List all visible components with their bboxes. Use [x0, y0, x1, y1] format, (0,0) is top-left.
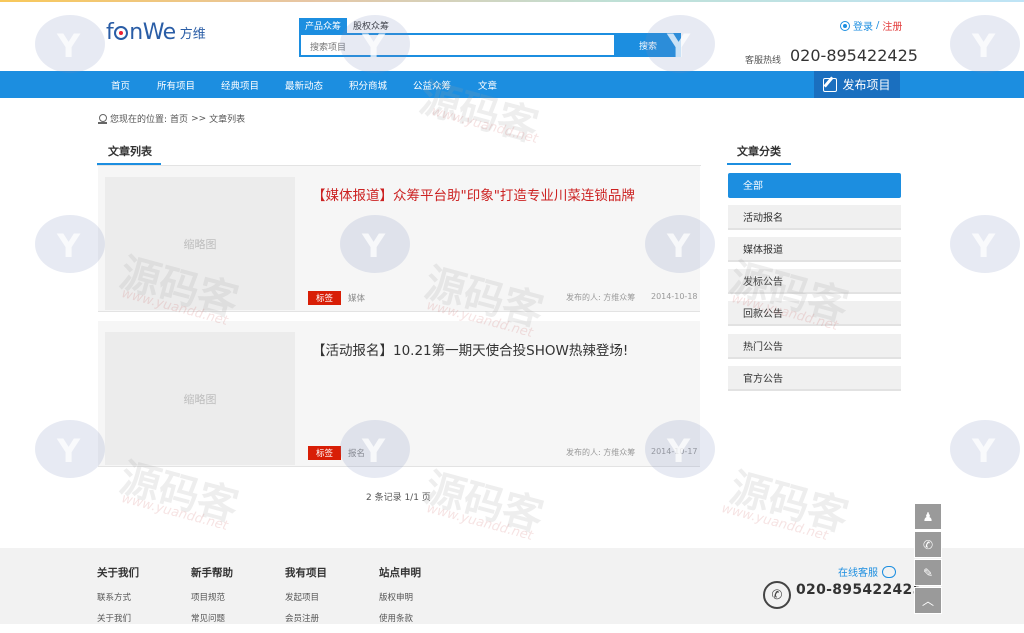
article-tag[interactable]: 媒体 — [348, 292, 365, 304]
logo-brand: f nWe — [106, 20, 176, 45]
article-publisher: 发布的人: 方维众筹 — [566, 448, 636, 457]
footer-col-about: 关于我们 联系方式 关于我们 — [97, 565, 139, 633]
article-thumbnail[interactable]: 缩略图 — [105, 332, 295, 465]
site-logo[interactable]: f nWe 方维 — [106, 20, 206, 45]
article-item[interactable]: 缩略图 【活动报名】10.21第一期天使合投SHOW热辣登场! 标签 报名 发布… — [98, 321, 700, 467]
footer-col-title: 站点申明 — [379, 567, 421, 579]
phone-icon[interactable]: ✆ — [914, 531, 942, 558]
article-date: 2014-10-18 — [651, 292, 698, 301]
search-button[interactable]: 搜索 — [615, 33, 681, 57]
footer-col-help: 新手帮助 项目规范 常见问题 — [191, 565, 233, 633]
search-tabs: 产品众筹 股权众筹 — [299, 18, 395, 33]
tab-product-crowdfunding[interactable]: 产品众筹 — [299, 18, 348, 33]
search-input[interactable] — [301, 38, 614, 58]
footer-link[interactable]: 使用条款 — [379, 612, 421, 624]
publish-project-button[interactable]: 发布项目 — [814, 71, 900, 98]
article-list-title: 文章列表 — [108, 145, 152, 158]
footer-link[interactable]: 项目规范 — [191, 591, 233, 603]
footer-col-projects: 我有项目 发起项目 会员注册 — [285, 565, 327, 633]
register-link[interactable]: 注册 — [882, 18, 902, 33]
category-all[interactable]: 全部 — [728, 173, 901, 198]
hotline-label: 客服热线 — [745, 56, 782, 66]
pagination-info: 2 条记录 1/1 页 — [366, 493, 431, 503]
account-separator: / — [876, 20, 880, 31]
tab-equity-crowdfunding[interactable]: 股权众筹 — [347, 18, 395, 33]
footer-col-title: 新手帮助 — [191, 567, 233, 579]
login-link[interactable]: 登录 — [853, 18, 873, 33]
online-service-link[interactable]: 在线客服 — [838, 564, 896, 579]
publish-label: 发布项目 — [842, 78, 891, 92]
nav-points-mall[interactable]: 积分商城 — [349, 78, 387, 92]
breadcrumb-home[interactable]: 首页 — [170, 112, 188, 125]
search-box — [299, 33, 616, 58]
phone-icon: ✆ — [763, 581, 791, 609]
footer-phone-number: 020-895422425 — [796, 582, 923, 598]
category-hot-notices[interactable]: 热门公告 — [728, 334, 901, 359]
article-date: 2014-10-17 — [651, 447, 698, 456]
footer-col-title: 我有项目 — [285, 567, 327, 579]
qq-icon[interactable]: ♟ — [914, 503, 942, 530]
article-title[interactable]: 【活动报名】10.21第一期天使合投SHOW热辣登场! — [312, 339, 628, 359]
breadcrumb: 您现在的位置: 首页 >> 文章列表 — [98, 112, 245, 125]
hotline-number: 020-895422425 — [790, 46, 918, 65]
footer-link[interactable]: 常见问题 — [191, 612, 233, 624]
footer-col-statement: 站点申明 版权申明 使用条款 — [379, 565, 421, 633]
breadcrumb-prefix: 您现在的位置: — [110, 115, 168, 125]
account-links: 登录 / 注册 — [840, 18, 902, 33]
footer-link[interactable]: 联系方式 — [97, 591, 139, 603]
breadcrumb-separator: >> — [191, 113, 207, 124]
category-event-signup[interactable]: 活动报名 — [728, 205, 901, 230]
nav-latest-news[interactable]: 最新动态 — [285, 78, 323, 92]
logo-cn: 方维 — [179, 27, 206, 42]
edit-icon[interactable]: ✎ — [914, 559, 942, 586]
category-title: 文章分类 — [737, 145, 781, 158]
footer-col-title: 关于我们 — [97, 567, 139, 579]
tag-badge: 标签 — [308, 291, 341, 305]
article-publisher: 发布的人: 方维众筹 — [566, 293, 636, 302]
nav-home[interactable]: 首页 — [111, 78, 130, 92]
article-title[interactable]: 【媒体报道】众筹平台助"印象"打造专业川菜连锁品牌 — [312, 184, 635, 204]
publish-icon — [823, 77, 838, 92]
footer-link[interactable]: 会员注册 — [285, 612, 327, 624]
footer-link[interactable]: 发起项目 — [285, 591, 327, 603]
breadcrumb-current: 文章列表 — [209, 115, 246, 125]
category-title-underline — [727, 163, 791, 165]
tag-badge: 标签 — [308, 446, 341, 460]
nav-classic-projects[interactable]: 经典项目 — [221, 78, 259, 92]
location-icon — [98, 113, 107, 124]
online-service-label: 在线客服 — [838, 568, 878, 579]
nav-all-projects[interactable]: 所有项目 — [157, 78, 195, 92]
article-tag[interactable]: 报名 — [348, 447, 365, 459]
category-official-notices[interactable]: 官方公告 — [728, 366, 901, 391]
chat-bubble-icon — [882, 565, 896, 578]
footer-link[interactable]: 版权申明 — [379, 591, 421, 603]
footer-link[interactable]: 关于我们 — [97, 612, 139, 624]
back-to-top-icon[interactable]: ︿ — [914, 587, 942, 614]
user-icon — [840, 20, 850, 31]
top-gradient-line — [0, 0, 1024, 2]
